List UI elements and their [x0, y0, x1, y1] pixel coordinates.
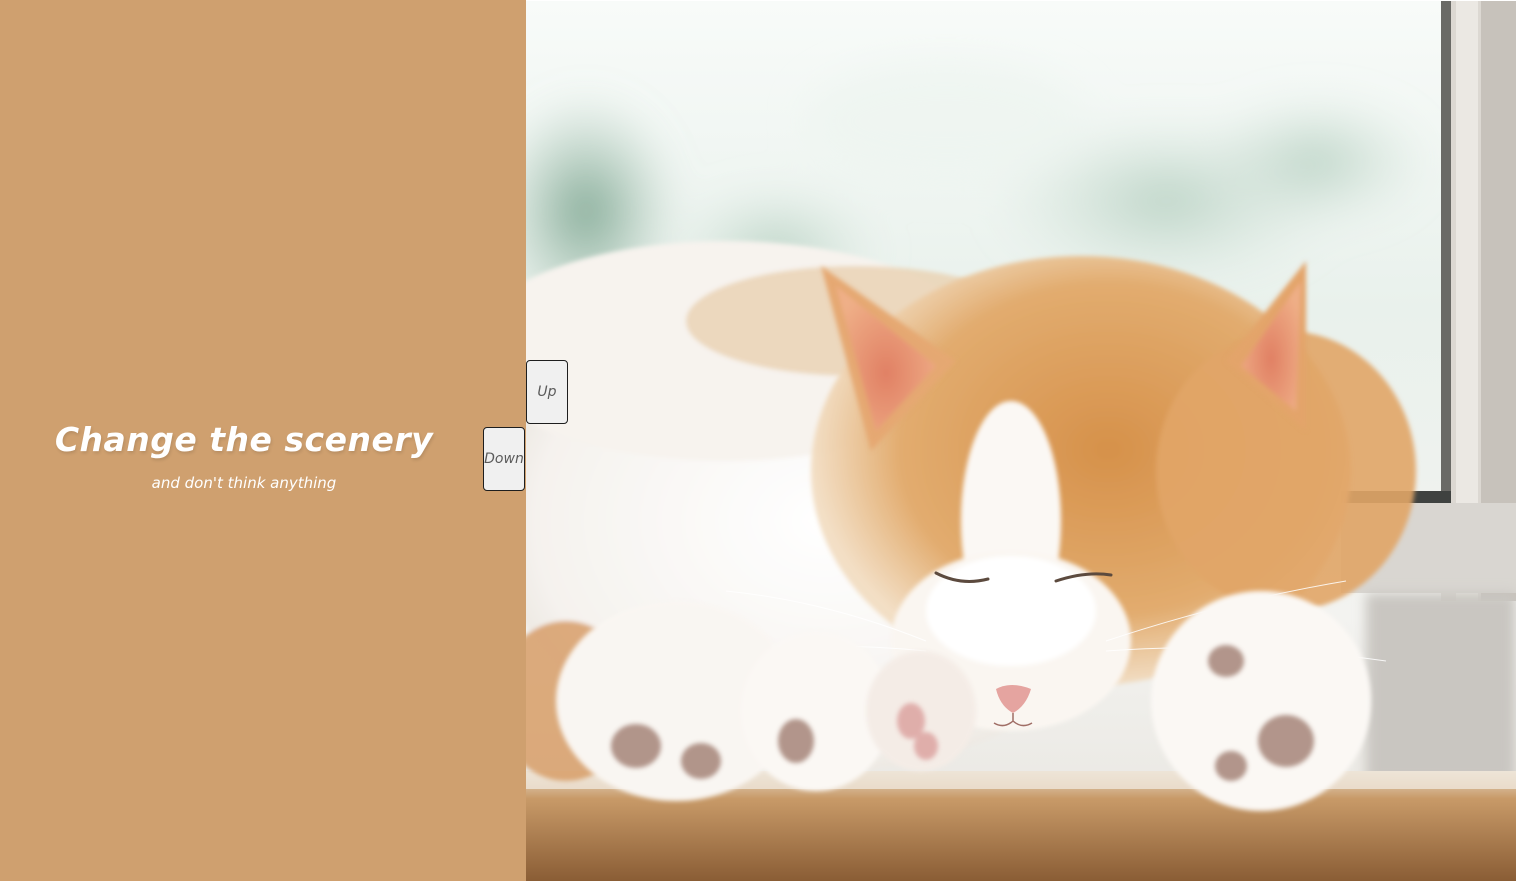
up-button[interactable]: Up: [526, 360, 568, 424]
slider-container: Change the scenery and don't think anyth…: [0, 0, 1516, 881]
slide-subtitle: and don't think anything: [151, 474, 337, 492]
slide-title: Change the scenery: [54, 420, 434, 459]
left-text-slide: Change the scenery and don't think anyth…: [0, 0, 526, 881]
cat-photo: [526, 1, 1516, 881]
right-image-slide: [526, 1, 1516, 881]
down-button[interactable]: Down: [483, 427, 525, 491]
